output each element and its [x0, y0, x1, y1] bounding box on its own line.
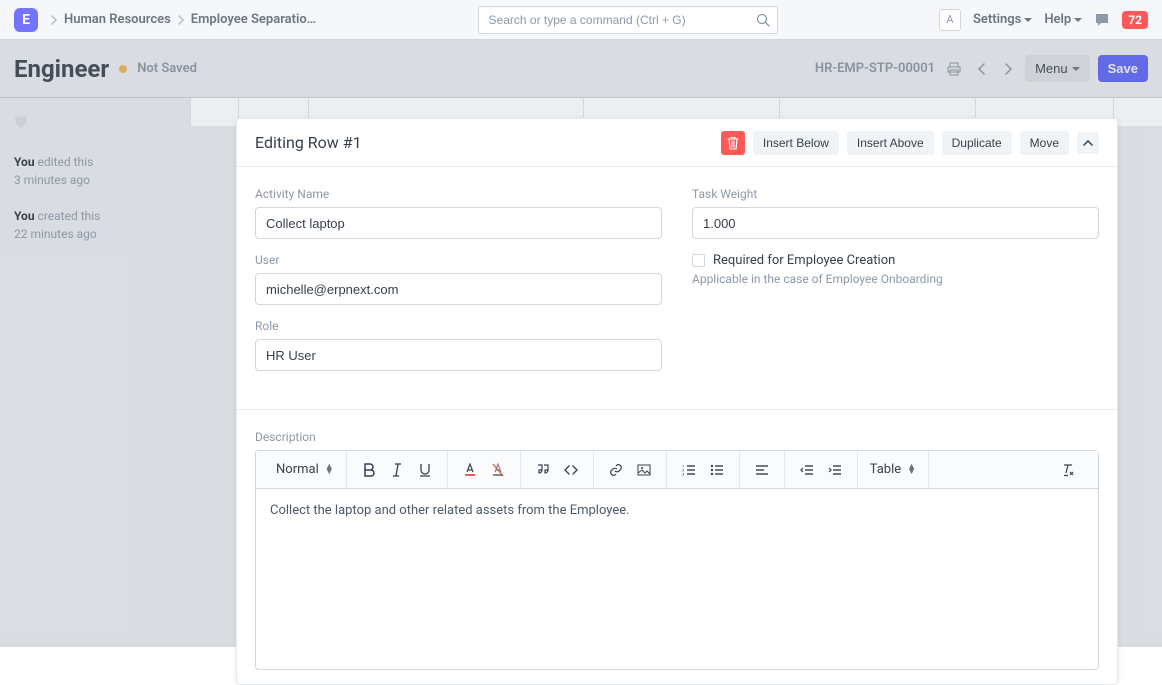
text-color-icon: [463, 463, 477, 477]
bold-icon: [363, 463, 375, 477]
modal-title: Editing Row #1: [255, 133, 362, 152]
align-left-icon: [755, 464, 769, 476]
navbar: E Human Resources Employee Separatio… A …: [0, 0, 1162, 40]
outdent-button[interactable]: [793, 456, 821, 484]
sort-icon: ▲▼: [907, 465, 916, 475]
quote-icon: [536, 464, 550, 476]
blockquote-button[interactable]: [529, 456, 557, 484]
bold-button[interactable]: [355, 456, 383, 484]
code-icon: [564, 464, 578, 476]
sort-icon: ▲▼: [325, 465, 334, 475]
indent-icon: [828, 464, 842, 476]
align-button[interactable]: [748, 456, 776, 484]
timeline-action: edited this: [38, 155, 94, 169]
insert-below-button[interactable]: Insert Below: [753, 131, 839, 155]
avatar[interactable]: A: [939, 9, 961, 31]
timeline-action: created this: [38, 209, 101, 223]
table-label: Table: [870, 462, 901, 477]
help-label: Help: [1044, 12, 1071, 27]
chat-icon[interactable]: [1094, 12, 1110, 28]
timeline-time: 22 minutes ago: [14, 225, 176, 243]
user-input[interactable]: [255, 273, 662, 305]
breadcrumb-item[interactable]: Employee Separatio…: [191, 12, 316, 27]
editor-toolbar: Normal ▲▼: [256, 451, 1098, 489]
required-label: Required for Employee Creation: [713, 253, 895, 268]
required-checkbox[interactable]: [692, 254, 705, 267]
timeline-time: 3 minutes ago: [14, 171, 176, 189]
task-weight-label: Task Weight: [692, 187, 1099, 201]
image-button[interactable]: [630, 456, 658, 484]
duplicate-button[interactable]: Duplicate: [942, 131, 1012, 155]
task-weight-input[interactable]: [692, 207, 1099, 239]
chevron-up-icon: [1083, 140, 1093, 146]
outdent-icon: [800, 464, 814, 476]
code-block-button[interactable]: [557, 456, 585, 484]
svg-text:3: 3: [682, 471, 684, 476]
link-button[interactable]: [602, 456, 630, 484]
clear-format-button[interactable]: [1054, 456, 1082, 484]
image-icon: [637, 464, 651, 476]
editor-content[interactable]: Collect the laptop and other related ass…: [256, 489, 1098, 669]
collapse-button[interactable]: [1077, 132, 1099, 154]
settings-menu[interactable]: Settings: [973, 12, 1032, 27]
timeline-user: You: [14, 209, 35, 223]
italic-button[interactable]: [383, 456, 411, 484]
search-input[interactable]: [478, 6, 778, 34]
trash-icon: [727, 136, 739, 150]
timeline-user: You: [14, 155, 35, 169]
settings-label: Settings: [973, 12, 1021, 27]
text-color-button[interactable]: [456, 456, 484, 484]
table-select[interactable]: Table ▲▼: [866, 462, 920, 477]
role-label: Role: [255, 319, 662, 333]
chevron-right-icon: [50, 15, 58, 25]
timeline-entry: You edited this 3 minutes ago: [14, 153, 176, 189]
ordered-list-icon: 123: [682, 464, 696, 476]
sidebar: You edited this 3 minutes ago You create…: [0, 98, 190, 647]
user-label: User: [255, 253, 662, 267]
ordered-list-button[interactable]: 123: [675, 456, 703, 484]
rich-text-editor: Normal ▲▼: [255, 450, 1099, 670]
underline-icon: [419, 463, 431, 477]
caret-down-icon: [1074, 18, 1082, 26]
move-button[interactable]: Move: [1020, 131, 1069, 155]
chevron-right-icon: [177, 15, 185, 25]
role-input[interactable]: [255, 339, 662, 371]
highlight-button[interactable]: [484, 456, 512, 484]
required-help-text: Applicable in the case of Employee Onboa…: [692, 272, 1099, 286]
row-editor-modal: Editing Row #1 Insert Below Insert Above…: [236, 118, 1118, 685]
help-menu[interactable]: Help: [1044, 12, 1082, 27]
like-icon[interactable]: [14, 116, 176, 129]
highlight-icon: [491, 463, 505, 477]
activity-name-label: Activity Name: [255, 187, 662, 201]
italic-icon: [392, 463, 402, 477]
activity-name-input[interactable]: [255, 207, 662, 239]
bullet-list-icon: [710, 464, 724, 476]
underline-button[interactable]: [411, 456, 439, 484]
link-icon: [609, 463, 623, 477]
format-option-label: Normal: [276, 462, 319, 477]
notification-badge[interactable]: 72: [1122, 11, 1148, 29]
clear-format-icon: [1061, 463, 1075, 477]
indent-button[interactable]: [821, 456, 849, 484]
caret-down-icon: [1024, 18, 1032, 26]
delete-row-button[interactable]: [721, 131, 745, 155]
timeline-entry: You created this 22 minutes ago: [14, 207, 176, 243]
breadcrumb-item[interactable]: Human Resources: [64, 12, 171, 27]
bullet-list-button[interactable]: [703, 456, 731, 484]
app-logo[interactable]: E: [14, 8, 38, 32]
format-select[interactable]: Normal ▲▼: [272, 462, 338, 477]
insert-above-button[interactable]: Insert Above: [847, 131, 934, 155]
search-icon[interactable]: [756, 13, 770, 27]
breadcrumb: Human Resources Employee Separatio…: [50, 12, 316, 27]
description-label: Description: [255, 430, 1099, 444]
